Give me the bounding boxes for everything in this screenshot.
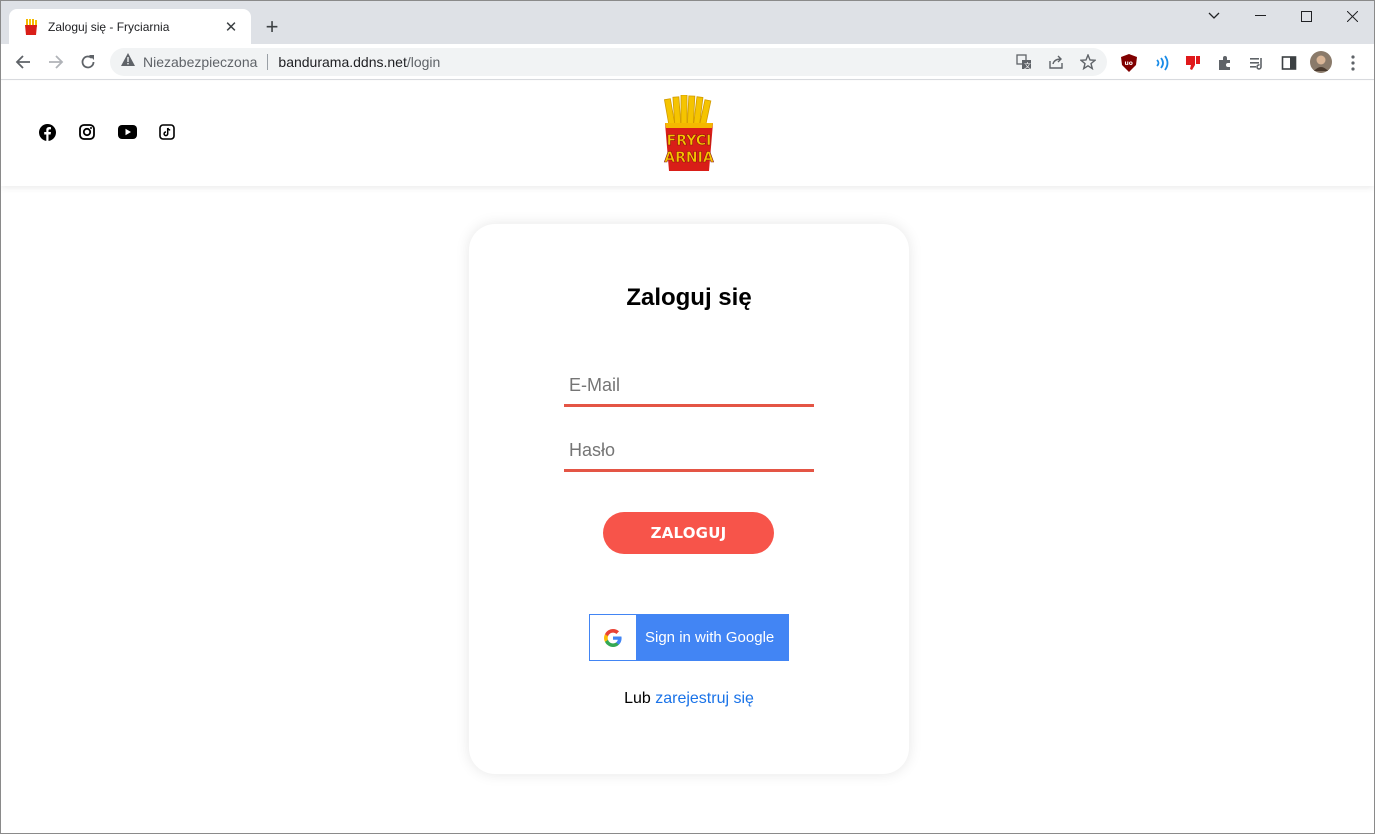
fryciarnia-logo[interactable]: FRYCI ARNIA: [661, 94, 717, 171]
dislike-extension-icon[interactable]: [1184, 54, 1202, 72]
security-label[interactable]: Niezabezpieczona: [143, 54, 257, 70]
url-path: /login: [406, 54, 441, 70]
forward-icon[interactable]: [42, 48, 70, 76]
new-tab-icon[interactable]: +: [260, 14, 284, 39]
google-sign-in-label: Sign in with Google: [645, 629, 775, 646]
back-icon[interactable]: [9, 48, 37, 76]
instagram-icon[interactable]: [78, 123, 96, 141]
ublock-icon[interactable]: uo: [1120, 54, 1138, 72]
share-icon[interactable]: [1048, 54, 1064, 70]
bookmark-star-icon[interactable]: [1080, 54, 1096, 70]
login-title: Zaloguj się: [626, 284, 752, 311]
password-field[interactable]: [564, 432, 814, 472]
close-tab-icon[interactable]: ✕: [221, 17, 241, 37]
minimize-icon[interactable]: [1237, 1, 1283, 31]
extensions-puzzle-icon[interactable]: [1216, 54, 1234, 72]
tiktok-icon[interactable]: [158, 123, 176, 141]
extension-wave-icon[interactable]: [1152, 54, 1170, 72]
tab-search-icon[interactable]: [1191, 1, 1237, 31]
menu-kebab-icon[interactable]: [1344, 54, 1362, 72]
svg-text:uo: uo: [1125, 60, 1133, 67]
reload-icon[interactable]: [74, 48, 102, 76]
browser-window: Zaloguj się - Fryciarnia ✕ + Niezabezpie…: [0, 0, 1375, 834]
register-prompt: Lub zarejestruj się: [469, 690, 909, 708]
warning-icon[interactable]: [121, 53, 135, 71]
site-header: FRYCI ARNIA: [1, 81, 1374, 186]
svg-text:文: 文: [1024, 61, 1031, 70]
browser-tab[interactable]: Zaloguj się - Fryciarnia ✕: [9, 9, 251, 44]
login-card: Zaloguj się ZALOGUJ Sign in with Google …: [469, 224, 909, 774]
email-field[interactable]: [564, 367, 814, 407]
login-button[interactable]: ZALOGUJ: [603, 512, 774, 554]
logo-text-line1: FRYCI: [667, 133, 712, 149]
page-content: FRYCI ARNIA Zaloguj się ZALOGUJ: [1, 81, 1374, 833]
translate-icon[interactable]: 文: [1016, 54, 1032, 70]
youtube-icon[interactable]: [117, 123, 137, 141]
browser-toolbar: Niezabezpieczona bandurama.ddns.net/logi…: [1, 44, 1374, 80]
tab-title: Zaloguj się - Fryciarnia: [48, 19, 170, 34]
tab-strip: Zaloguj się - Fryciarnia ✕ +: [1, 1, 1374, 44]
maximize-icon[interactable]: [1283, 1, 1329, 31]
register-prefix: Lub: [624, 690, 651, 707]
logo-text-line2: ARNIA: [664, 150, 714, 166]
google-g-icon: [590, 615, 636, 660]
google-sign-in-button[interactable]: Sign in with Google: [589, 614, 789, 661]
url-host: bandurama.ddns.net: [278, 54, 407, 70]
address-bar[interactable]: Niezabezpieczona bandurama.ddns.net/logi…: [110, 48, 1107, 76]
divider: [267, 54, 269, 70]
close-window-icon[interactable]: [1329, 1, 1374, 31]
profile-avatar[interactable]: [1310, 51, 1332, 73]
fries-favicon-icon: [23, 18, 39, 35]
facebook-icon[interactable]: [38, 123, 56, 141]
side-panel-icon[interactable]: [1280, 54, 1298, 72]
media-queue-icon[interactable]: [1248, 54, 1266, 72]
register-link[interactable]: zarejestruj się: [655, 690, 754, 707]
